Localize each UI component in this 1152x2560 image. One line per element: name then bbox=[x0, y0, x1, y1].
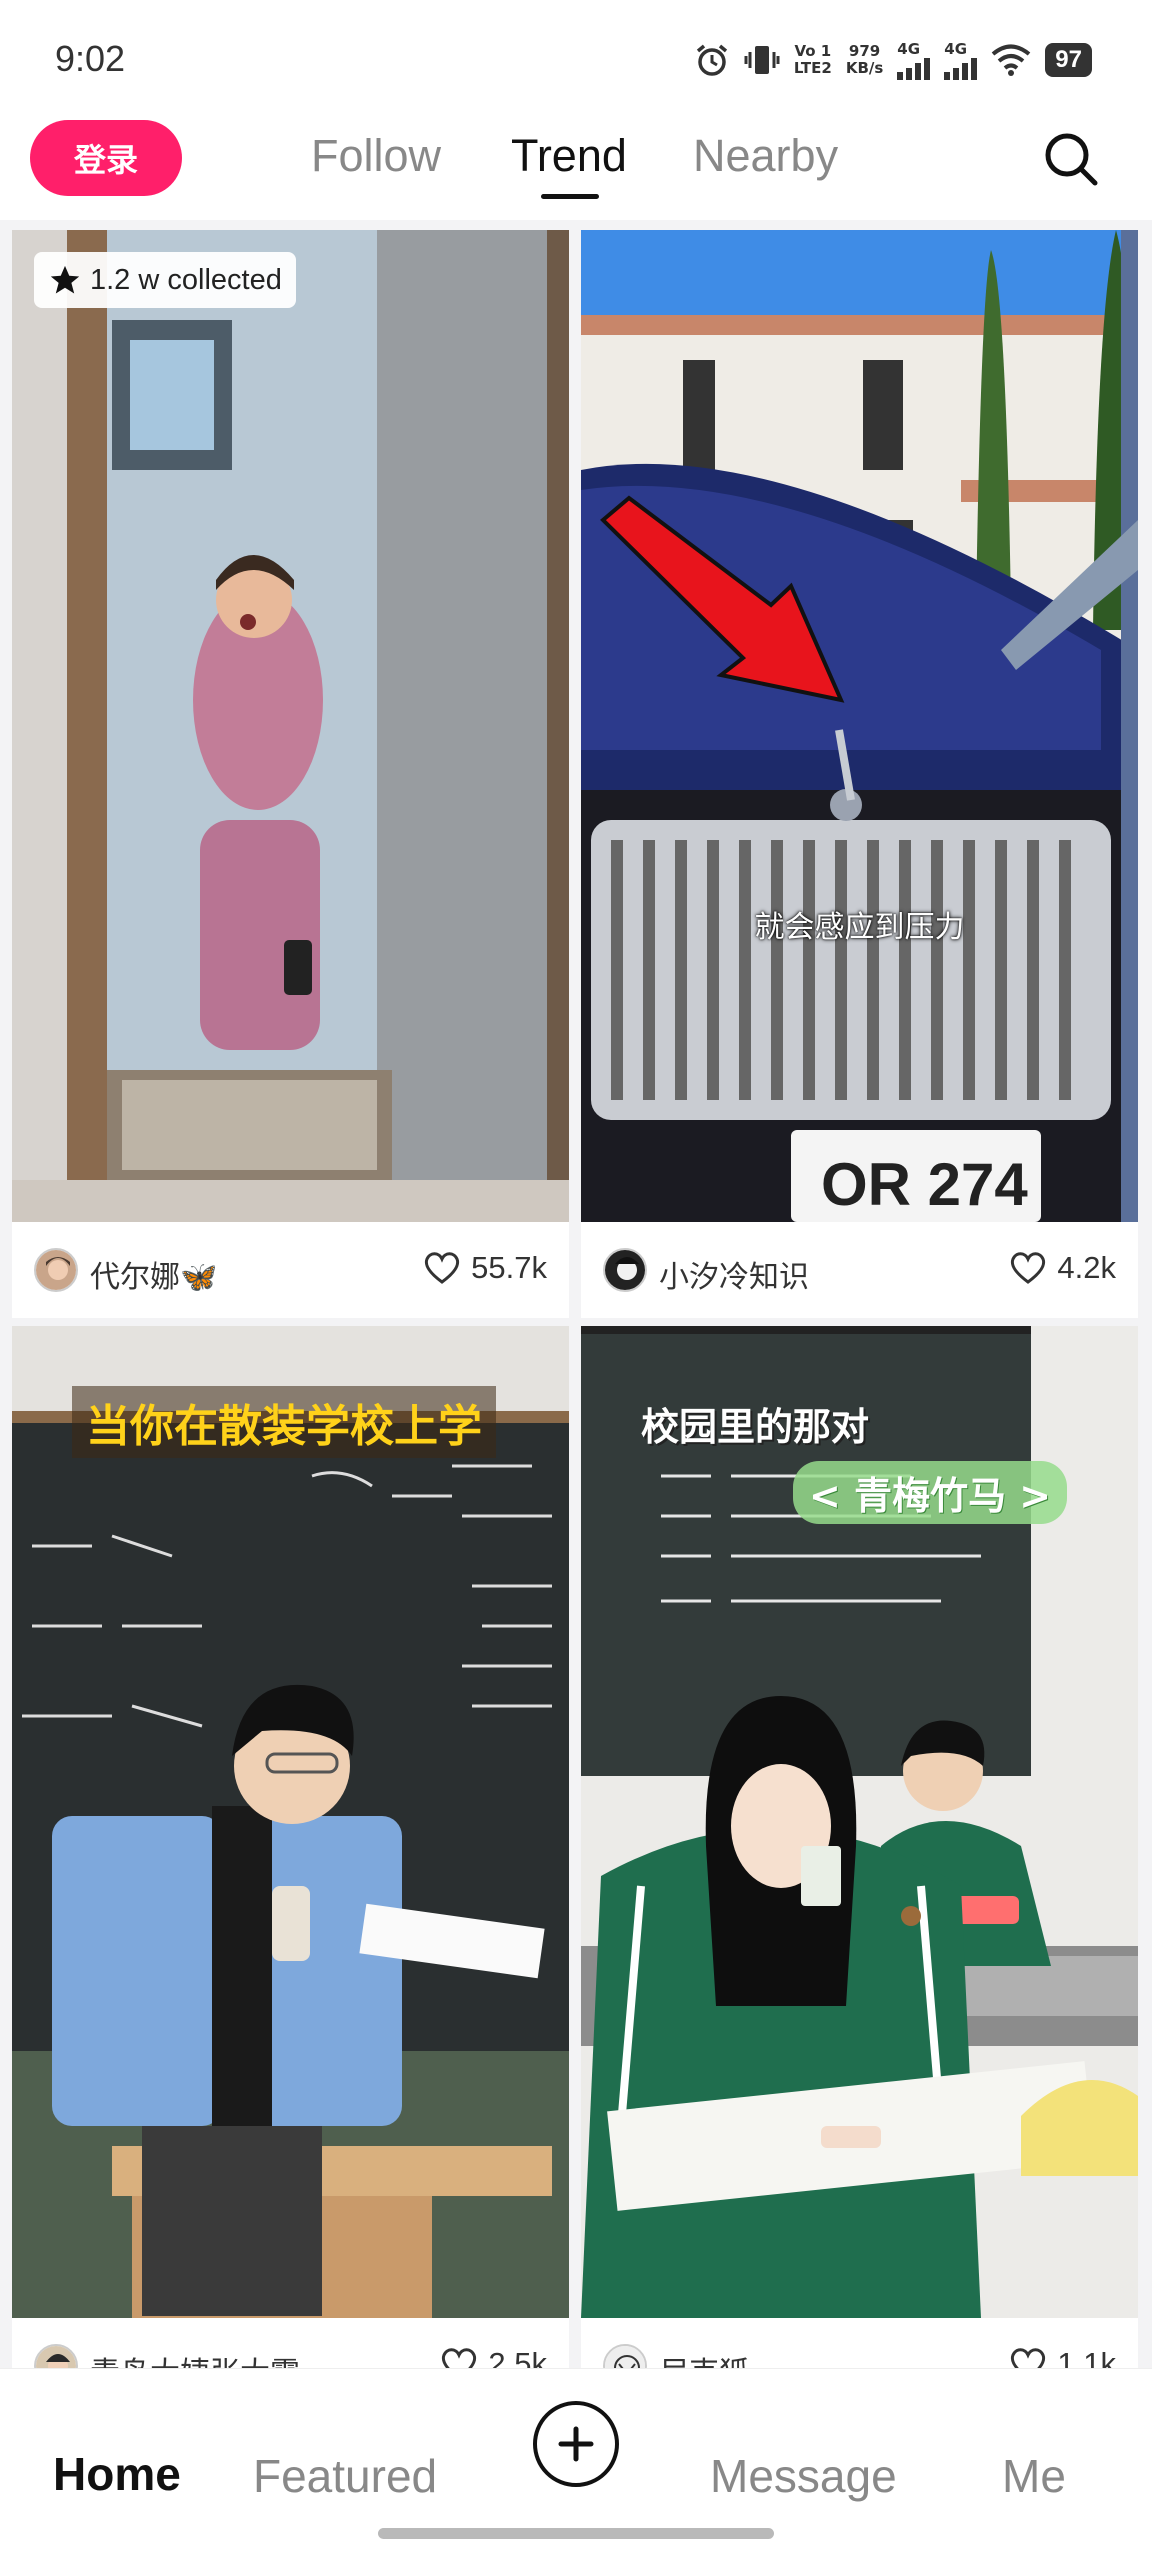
video-thumbnail[interactable]: 校园里的那对 < 青梅竹马 > bbox=[581, 1326, 1138, 2318]
nav-me[interactable]: Me bbox=[1002, 2449, 1066, 2503]
tab-nearby[interactable]: Nearby bbox=[693, 130, 838, 182]
add-icon bbox=[558, 2426, 594, 2462]
volte-indicator: Vo 1 LTE2 bbox=[794, 43, 832, 77]
like-count: 55.7k bbox=[471, 1250, 547, 1285]
like-button[interactable]: 55.7k bbox=[423, 1250, 547, 1286]
video-headline: 当你在散装学校上学 bbox=[72, 1386, 496, 1458]
volte-top: Vo 1 bbox=[794, 42, 832, 60]
signal-icon bbox=[944, 57, 978, 80]
video-thumbnail[interactable]: 1.2 w collected bbox=[12, 230, 569, 1222]
net1-label: 4G bbox=[897, 39, 921, 58]
collected-badge: 1.2 w collected bbox=[34, 252, 296, 308]
nav-message[interactable]: Message bbox=[710, 2449, 897, 2503]
status-time: 9:02 bbox=[55, 38, 126, 79]
like-button[interactable]: 4.2k bbox=[1009, 1250, 1116, 1286]
author-name[interactable]: 代尔娜🦋 bbox=[90, 1252, 217, 1296]
like-count: 4.2k bbox=[1057, 1250, 1116, 1285]
video-tag: < 青梅竹马 > bbox=[793, 1461, 1068, 1524]
svg-text:OR 274: OR 274 bbox=[821, 1151, 1028, 1218]
author-name[interactable]: 小汐冷知识 bbox=[659, 1252, 809, 1296]
vibrate-icon bbox=[744, 46, 780, 74]
tab-trend[interactable]: Trend bbox=[511, 130, 627, 182]
nav-featured[interactable]: Featured bbox=[253, 2449, 437, 2503]
feed-card[interactable]: 当你在散装学校上学 青岛大姨张大霞 2.5k bbox=[12, 1326, 569, 2414]
thumbnail-image bbox=[12, 1326, 569, 2318]
wifi-icon bbox=[992, 44, 1031, 76]
login-button[interactable]: 登录 bbox=[30, 120, 182, 196]
net2-label: 4G bbox=[944, 39, 968, 58]
speed-unit: KB/s bbox=[845, 59, 884, 77]
alarm-icon bbox=[696, 44, 727, 76]
add-button[interactable] bbox=[533, 2401, 619, 2487]
status-icons: Vo 1 LTE2 979 KB/s 4G 4G 97 bbox=[694, 38, 1092, 82]
collected-count: 1.2 w collected bbox=[90, 263, 282, 296]
thumbnail-image: OR 274 bbox=[581, 230, 1138, 1222]
feed-card[interactable]: OR 274 就会感应到压力 小汐冷知识 4.2k bbox=[581, 230, 1138, 1318]
heart-icon bbox=[425, 1252, 460, 1284]
video-subtitle: 就会感应到压力 bbox=[754, 910, 965, 945]
star-icon bbox=[50, 265, 80, 294]
card-footer: 小汐冷知识 4.2k bbox=[581, 1222, 1138, 1318]
thumbnail-image bbox=[12, 230, 569, 1222]
search-icon[interactable] bbox=[1040, 128, 1102, 190]
feed-card[interactable]: 校园里的那对 < 青梅竹马 > 尼克狐 1.1k bbox=[581, 1326, 1138, 2414]
top-nav: 登录 Follow Trend Nearby bbox=[0, 110, 1152, 220]
signal-1: 4G bbox=[897, 39, 931, 80]
video-thumbnail[interactable]: 当你在散装学校上学 bbox=[12, 1326, 569, 2318]
heart-icon bbox=[1011, 1252, 1046, 1284]
video-headline: 校园里的那对 bbox=[641, 1405, 870, 1449]
battery-icon: 97 bbox=[1045, 43, 1092, 77]
network-speed: 979 KB/s bbox=[846, 43, 883, 77]
volte-bottom: LTE2 bbox=[793, 59, 832, 77]
card-footer: 代尔娜🦋 55.7k bbox=[12, 1222, 569, 1318]
signal-icon bbox=[897, 57, 931, 80]
signal-2: 4G bbox=[944, 39, 978, 80]
avatar[interactable] bbox=[603, 1248, 647, 1292]
video-thumbnail[interactable]: OR 274 就会感应到压力 bbox=[581, 230, 1138, 1222]
feed-card[interactable]: 1.2 w collected 代尔娜🦋 55.7k bbox=[12, 230, 569, 1318]
speed-value: 979 bbox=[848, 42, 881, 60]
avatar[interactable] bbox=[34, 1248, 78, 1292]
home-indicator[interactable] bbox=[378, 2528, 774, 2539]
status-bar: 9:02 Vo 1 LTE2 979 KB/s 4G 4G 97 bbox=[0, 0, 1152, 110]
active-tab-indicator bbox=[541, 194, 599, 199]
tab-follow[interactable]: Follow bbox=[311, 130, 441, 182]
nav-home[interactable]: Home bbox=[53, 2447, 181, 2501]
